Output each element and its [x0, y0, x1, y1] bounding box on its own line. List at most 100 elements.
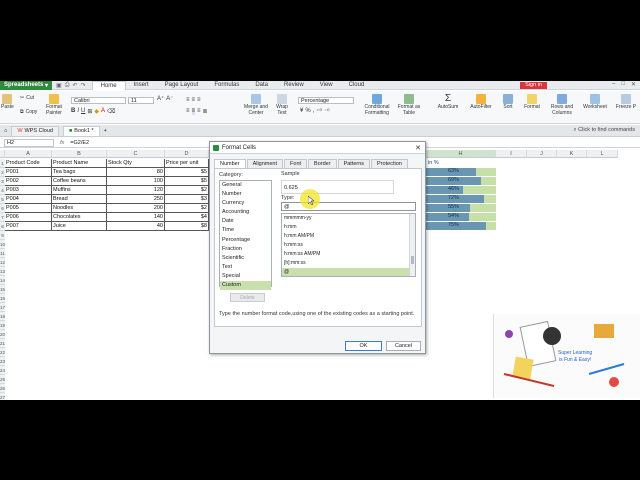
menu-cloud[interactable]: Cloud [341, 82, 373, 88]
category-item[interactable]: Text [220, 263, 271, 272]
column-header-j[interactable]: J [527, 150, 557, 158]
align-right-icon[interactable]: ≡ [197, 108, 201, 115]
align-left-icon[interactable]: ≡ [186, 108, 190, 115]
home-icon[interactable]: ⌂ [4, 128, 7, 134]
table-cell[interactable]: Chocolates [52, 213, 107, 222]
row-header[interactable]: 20 [0, 330, 5, 339]
table-cell[interactable]: Noodles [52, 204, 107, 213]
tab-protection[interactable]: Protection [371, 159, 408, 168]
table-cell[interactable]: P007 [5, 222, 52, 231]
row-header[interactable]: 13 [0, 267, 5, 276]
category-item[interactable]: Time [220, 226, 271, 235]
table-cell[interactable]: 120 [107, 186, 165, 195]
tab-border[interactable]: Border [308, 159, 337, 168]
delete-button[interactable]: Delete [230, 293, 265, 302]
number-format-select[interactable]: Percentage [298, 97, 354, 104]
freeze-button[interactable]: Freeze P [614, 94, 638, 111]
merge-center-button[interactable]: Merge and Center [242, 94, 270, 116]
table-cell[interactable]: Juice [52, 222, 107, 231]
font-name-select[interactable]: Calibri [71, 97, 126, 104]
align-bottom-icon[interactable]: ≡ [197, 97, 201, 103]
cancel-button[interactable]: Cancel [386, 341, 421, 351]
close-icon[interactable]: ✕ [631, 81, 636, 88]
ok-button[interactable]: OK [345, 341, 382, 351]
table-cell[interactable]: Tea bags [52, 168, 107, 177]
type-item[interactable]: h:mm AM/PM [282, 232, 415, 241]
type-item[interactable]: h:mm:ss [282, 241, 415, 250]
comma-icon[interactable]: , [313, 108, 315, 115]
type-item[interactable]: [h]:mm:ss [282, 259, 415, 268]
paste-button[interactable]: Paste [1, 94, 14, 111]
category-item[interactable]: Date [220, 217, 271, 226]
column-header-a[interactable]: A [5, 150, 52, 158]
table-cell[interactable]: 100 [107, 177, 165, 186]
worksheet-button[interactable]: Worksheet [580, 94, 610, 111]
table-cell[interactable]: $5 [165, 177, 209, 186]
category-item[interactable]: General [220, 181, 271, 190]
column-header-b[interactable]: B [52, 150, 107, 158]
menu-data[interactable]: Data [247, 82, 276, 88]
row-header[interactable]: 19 [0, 321, 5, 330]
italic-icon[interactable]: I [77, 108, 79, 115]
column-header-h[interactable]: H [426, 150, 496, 158]
table-cell[interactable]: P005 [5, 204, 52, 213]
table-cell[interactable]: Bread [52, 195, 107, 204]
type-list[interactable]: mmmmm-yy h:mm h:mm AM/PM h:mm:ss h:mm:ss AM/… [281, 213, 416, 277]
menu-review[interactable]: Review [276, 82, 312, 88]
table-cell[interactable]: P004 [5, 195, 52, 204]
column-header-k[interactable]: K [557, 150, 587, 158]
table-cell[interactable]: 140 [107, 213, 165, 222]
table-cell[interactable]: $8 [165, 222, 209, 231]
fx-icon[interactable]: fx [60, 140, 64, 146]
tab-font[interactable]: Font [284, 159, 308, 168]
table-cell[interactable]: P001 [5, 168, 52, 177]
align-center-icon[interactable]: ≡ [191, 108, 196, 115]
category-item[interactable]: Fraction [220, 245, 271, 254]
type-list-scrollbar[interactable] [409, 214, 415, 276]
find-commands[interactable]: ⌕ Click to find commands [574, 127, 635, 134]
tab-wps-cloud[interactable]: W WPS Cloud [11, 125, 59, 136]
menu-page-layout[interactable]: Page Layout [157, 82, 207, 88]
percent-icon[interactable]: % [305, 108, 310, 115]
category-item[interactable]: Scientific [220, 254, 271, 263]
tab-patterns[interactable]: Patterns [337, 159, 371, 168]
underline-icon[interactable]: U [81, 108, 85, 115]
wrap-text-button[interactable]: Wrap Text [274, 94, 290, 116]
table-cell[interactable]: P002 [5, 177, 52, 186]
app-menu-button[interactable]: Spreadsheets ▾ [0, 81, 53, 90]
conditional-formatting-button[interactable]: Conditional Formatting [361, 94, 393, 116]
column-header-d[interactable]: D [165, 150, 209, 158]
type-item[interactable]: h:mm:ss AM/PM [282, 250, 415, 259]
minimize-icon[interactable]: – [612, 81, 615, 88]
table-cell[interactable]: $2 [165, 204, 209, 213]
menu-formulas[interactable]: Formulas [206, 82, 247, 88]
category-item[interactable]: Accounting [220, 208, 271, 217]
tab-alignment[interactable]: Alignment [246, 159, 284, 168]
type-item[interactable]: mmmmm-yy [282, 214, 415, 223]
category-item[interactable]: Number [220, 190, 271, 199]
dialog-close-icon[interactable]: ✕ [415, 144, 421, 152]
row-header[interactable]: 22 [0, 348, 5, 357]
row-header[interactable]: 17 [0, 303, 5, 312]
table-cell[interactable]: $4 [165, 213, 209, 222]
tab-number[interactable]: Number [214, 159, 246, 168]
category-item[interactable]: Percentage [220, 236, 271, 245]
table-cell[interactable]: 40 [107, 222, 165, 231]
row-header[interactable]: 25 [0, 375, 5, 384]
format-button[interactable]: Format [521, 94, 543, 111]
grow-font-icon[interactable]: A⁺ [157, 95, 164, 102]
category-item[interactable]: Special [220, 272, 271, 281]
row-header[interactable]: 14 [0, 276, 5, 285]
row-header[interactable]: 15 [0, 285, 5, 294]
category-list[interactable]: General Number Currency Accounting Date Time P… [219, 180, 272, 291]
table-header-cell[interactable]: Product Code [5, 159, 52, 168]
table-cell[interactable]: P003 [5, 186, 52, 195]
table-cell[interactable]: Muffins [52, 186, 107, 195]
row-header[interactable]: 18 [0, 312, 5, 321]
menu-insert[interactable]: Insert [126, 82, 157, 88]
font-color-icon[interactable]: A [101, 108, 105, 115]
border-icon[interactable]: ⊞ [87, 108, 92, 115]
row-header[interactable]: 11 [0, 249, 5, 258]
row-header[interactable]: 26 [0, 384, 5, 393]
table-cell[interactable]: $5 [165, 168, 209, 177]
